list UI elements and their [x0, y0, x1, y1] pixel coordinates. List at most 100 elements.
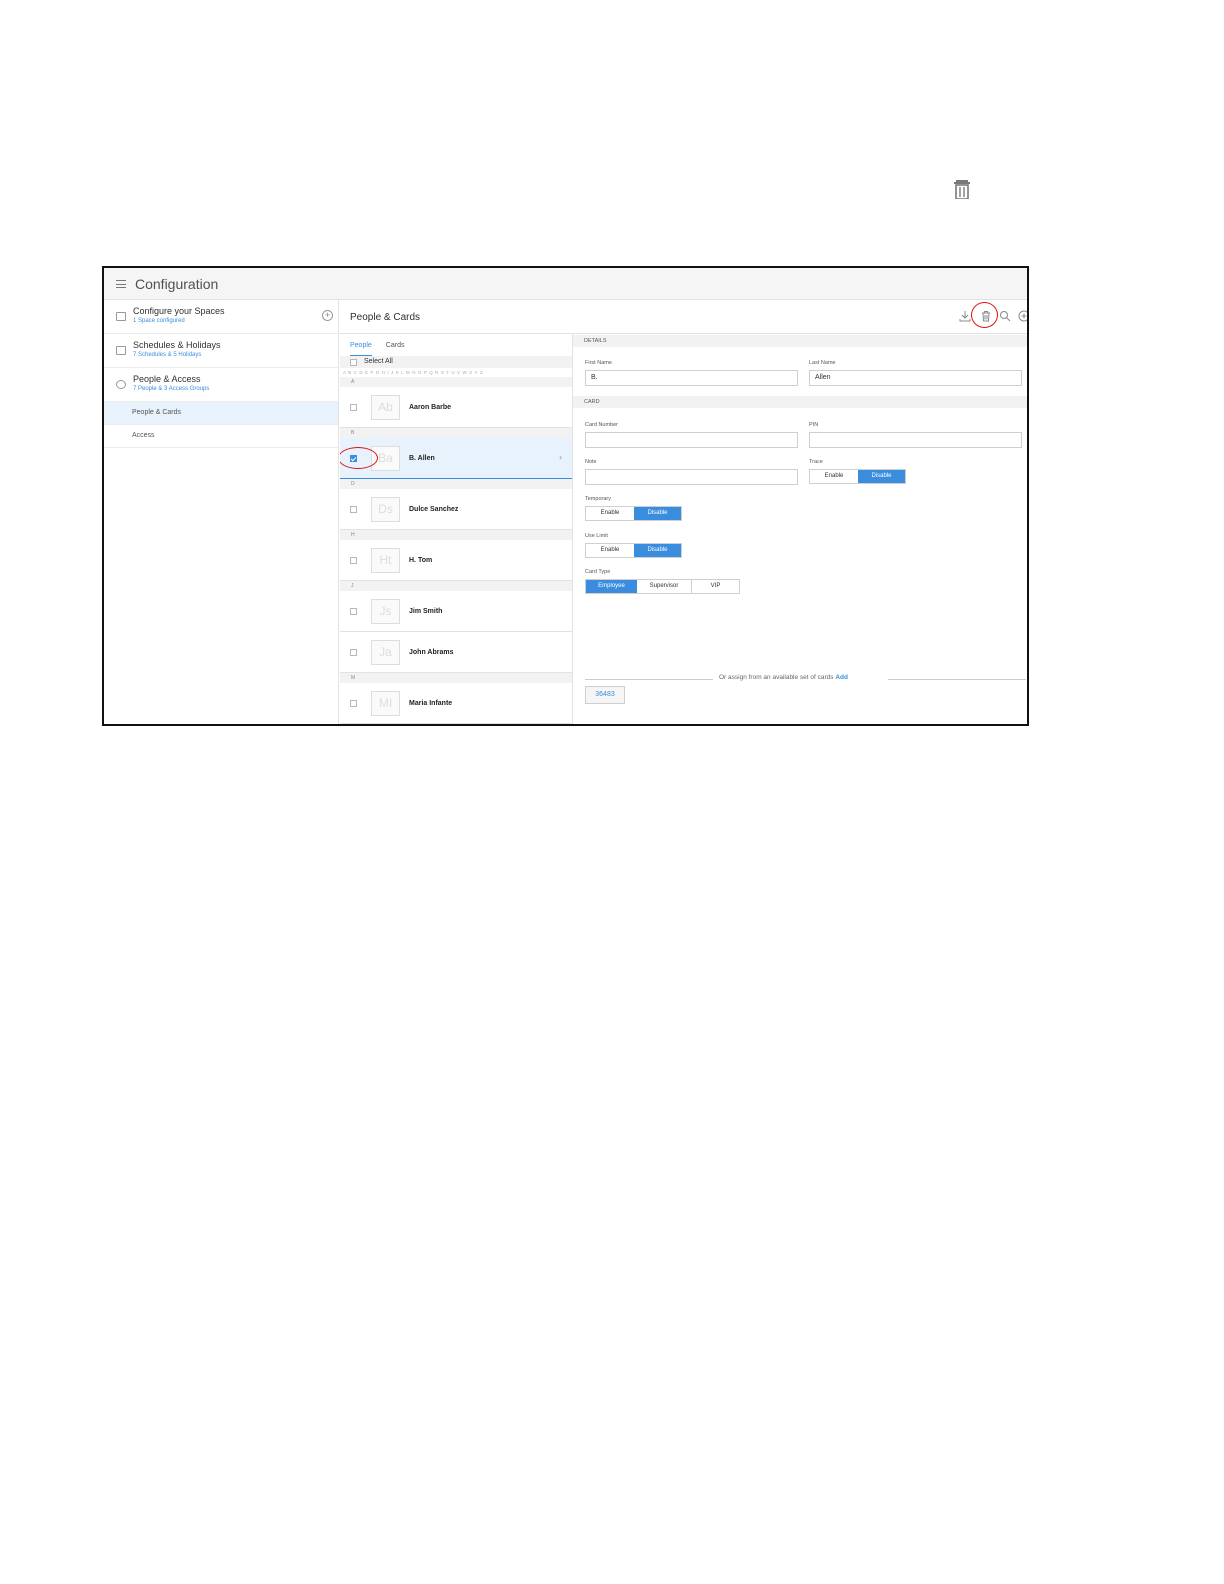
card-number-field[interactable] — [585, 432, 798, 448]
trash-icon — [954, 180, 970, 199]
last-name-label: Last Name — [809, 360, 836, 366]
tab-people[interactable]: People — [350, 334, 372, 356]
avatar: MI — [371, 690, 400, 716]
sidebar-item-sublabel: 7 Schedules & 5 Holidays — [133, 352, 202, 358]
divider-line — [888, 679, 1026, 680]
use-limit-disable-option[interactable]: Disable — [634, 544, 681, 557]
group-letter: J — [340, 581, 572, 591]
group-letter: B — [340, 428, 572, 438]
hamburger-menu-icon[interactable] — [116, 279, 126, 288]
avatar: Ht — [371, 547, 400, 573]
list-item[interactable]: Ba B. Allen › — [340, 438, 572, 479]
sidebar-item-label: Configure your Spaces — [133, 306, 225, 316]
card-chip[interactable]: 36483 — [585, 686, 625, 704]
card-type-label: Card Type — [585, 569, 611, 575]
use-limit-label: Use Limit — [585, 533, 608, 539]
screenshot-frame: Configuration Configure your Spaces 1 Sp… — [102, 266, 1029, 726]
alphabet-index[interactable]: A B C D E F G H I J K L M N O P Q R S T … — [340, 368, 572, 377]
section-details: DETAILS — [573, 335, 1027, 347]
trace-label: Trace — [809, 459, 823, 465]
group-letter: M — [340, 673, 572, 683]
group-letter: A — [340, 377, 572, 387]
list-item[interactable]: Ds Dulce Sanchez — [340, 489, 572, 530]
pin-label: PIN — [809, 422, 819, 428]
person-name: John Abrams — [409, 648, 454, 656]
group-letter: D — [340, 479, 572, 489]
divider-line — [585, 679, 713, 680]
sidebar-subitem-access[interactable]: Access — [104, 425, 338, 448]
tab-cards[interactable]: Cards — [386, 334, 405, 356]
card-number-label: Card Number — [585, 422, 619, 428]
sidebar-item-label: Schedules & Holidays — [133, 340, 221, 350]
trace-disable-option[interactable]: Disable — [858, 470, 905, 483]
avatar: Ds — [371, 496, 400, 522]
page-title: People & Cards — [350, 312, 421, 323]
row-checkbox[interactable] — [350, 699, 357, 707]
card-type-employee[interactable]: Employee — [586, 580, 637, 593]
list-item[interactable]: Ja John Abrams — [340, 632, 572, 673]
person-name: Aaron Barbe — [409, 403, 452, 411]
select-all-row[interactable]: Select All — [340, 356, 572, 368]
select-all-checkbox[interactable] — [350, 358, 357, 366]
sidebar: Configure your Spaces 1 Space configured… — [104, 300, 339, 724]
spaces-icon — [116, 312, 126, 321]
search-icon[interactable] — [999, 310, 1011, 322]
trace-enable-option[interactable]: Enable — [810, 470, 858, 483]
row-checkbox[interactable] — [350, 403, 357, 411]
person-name: Jim Smith — [409, 607, 443, 615]
add-icon[interactable] — [1018, 310, 1029, 322]
annotation-circle — [971, 302, 998, 328]
avatar: Js — [371, 598, 400, 624]
sidebar-item-sublabel: 7 People & 3 Access Groups — [133, 386, 210, 392]
person-name: Maria Infante — [409, 699, 453, 707]
card-type-selector[interactable]: Employee Supervisor VIP — [585, 579, 740, 594]
assign-add-link[interactable]: Add — [835, 674, 848, 681]
list-item[interactable]: Ht H. Tom — [340, 540, 572, 581]
chevron-right-icon: › — [559, 452, 562, 462]
row-checkbox[interactable] — [350, 505, 357, 513]
calendar-icon — [116, 346, 126, 355]
temporary-disable-option[interactable]: Disable — [634, 507, 681, 520]
people-list: People Cards Select All A B C D E F G H … — [340, 334, 573, 724]
first-name-field[interactable]: B. — [585, 370, 798, 386]
person-name: H. Tom — [409, 556, 433, 564]
sidebar-item-sublabel: 1 Space configured — [133, 318, 185, 324]
card-type-supervisor[interactable]: Supervisor — [637, 580, 692, 593]
app-title: Configuration — [135, 275, 219, 292]
temporary-enable-option[interactable]: Enable — [586, 507, 634, 520]
add-space-icon[interactable]: + — [322, 310, 333, 321]
download-icon[interactable] — [959, 310, 971, 322]
tab-bar: People Cards — [340, 334, 572, 356]
select-all-label: Select All — [364, 358, 393, 365]
note-label: Note — [585, 459, 597, 465]
row-checkbox[interactable] — [350, 648, 357, 656]
note-field[interactable] — [585, 469, 798, 485]
person-name: B. Allen — [409, 454, 435, 462]
avatar: Ja — [371, 639, 400, 665]
use-limit-enable-option[interactable]: Enable — [586, 544, 634, 557]
sidebar-subitem-people-cards[interactable]: People & Cards — [104, 402, 338, 425]
main-header: People & Cards — [340, 300, 1029, 334]
person-name: Dulce Sanchez — [409, 505, 459, 513]
assign-text: Or assign from an available set of cards… — [719, 674, 848, 681]
annotation-circle — [340, 447, 378, 469]
sidebar-item-schedules[interactable]: Schedules & Holidays 7 Schedules & 5 Hol… — [104, 334, 338, 368]
pin-field[interactable] — [809, 432, 1022, 448]
list-item[interactable]: Js Jim Smith — [340, 591, 572, 632]
last-name-field[interactable]: Allen — [809, 370, 1022, 386]
sidebar-item-spaces[interactable]: Configure your Spaces 1 Space configured… — [104, 300, 338, 334]
section-card: CARD — [573, 396, 1027, 408]
use-limit-toggle[interactable]: Enable Disable — [585, 543, 682, 558]
row-checkbox[interactable] — [350, 556, 357, 564]
trace-toggle[interactable]: Enable Disable — [809, 469, 906, 484]
temporary-label: Temporary — [585, 496, 611, 502]
card-type-vip[interactable]: VIP — [692, 580, 739, 593]
row-checkbox[interactable] — [350, 607, 357, 615]
temporary-toggle[interactable]: Enable Disable — [585, 506, 682, 521]
avatar: Ab — [371, 394, 400, 420]
list-item[interactable]: MI Maria Infante — [340, 683, 572, 724]
app-bar: Configuration — [104, 268, 1027, 300]
list-item[interactable]: Ab Aaron Barbe — [340, 387, 572, 428]
group-letter: H — [340, 530, 572, 540]
sidebar-item-people-access[interactable]: People & Access 7 People & 3 Access Grou… — [104, 368, 338, 402]
